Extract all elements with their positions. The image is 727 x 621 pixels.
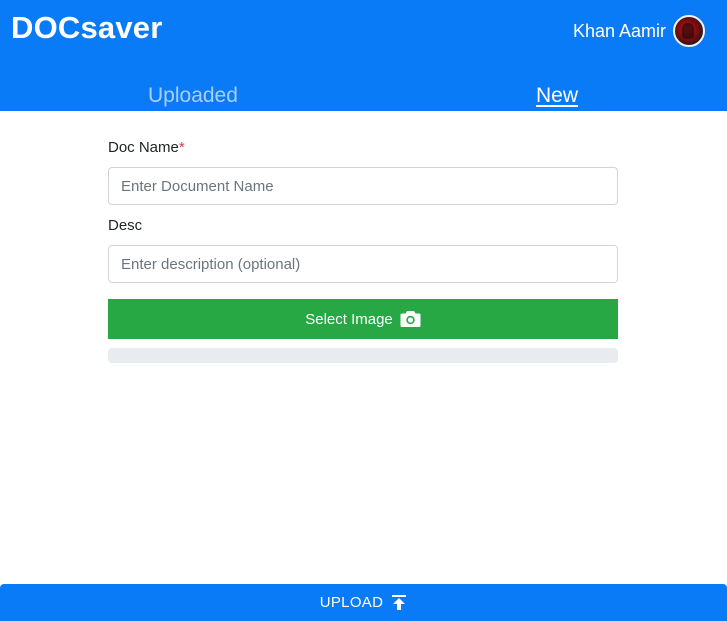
avatar[interactable] [673,15,705,47]
upload-label: UPLOAD [319,594,384,611]
app-header: DOCsaver Khan Aamir Uploaded New [0,0,727,111]
select-image-label: Select Image [305,310,393,328]
select-image-button[interactable]: Select Image [108,299,618,339]
required-mark: * [178,139,185,156]
doc-name-label: Doc Name* [108,139,185,156]
doc-name-label-text: Doc Name [108,139,179,156]
upload-arrow-icon [391,594,407,611]
tab-uploaded[interactable]: Uploaded [148,84,238,108]
camera-icon [400,310,421,328]
desc-input[interactable] [108,245,618,283]
desc-label: Desc [108,217,143,234]
upload-progress-bar [108,348,618,363]
doc-name-input[interactable] [108,167,618,205]
user-name: Khan Aamir [572,20,666,41]
user-menu[interactable]: Khan Aamir [573,15,705,47]
upload-button[interactable]: UPLOAD [0,584,727,621]
tab-new[interactable]: New [536,84,578,108]
app-brand: DOCsaver [11,10,163,45]
